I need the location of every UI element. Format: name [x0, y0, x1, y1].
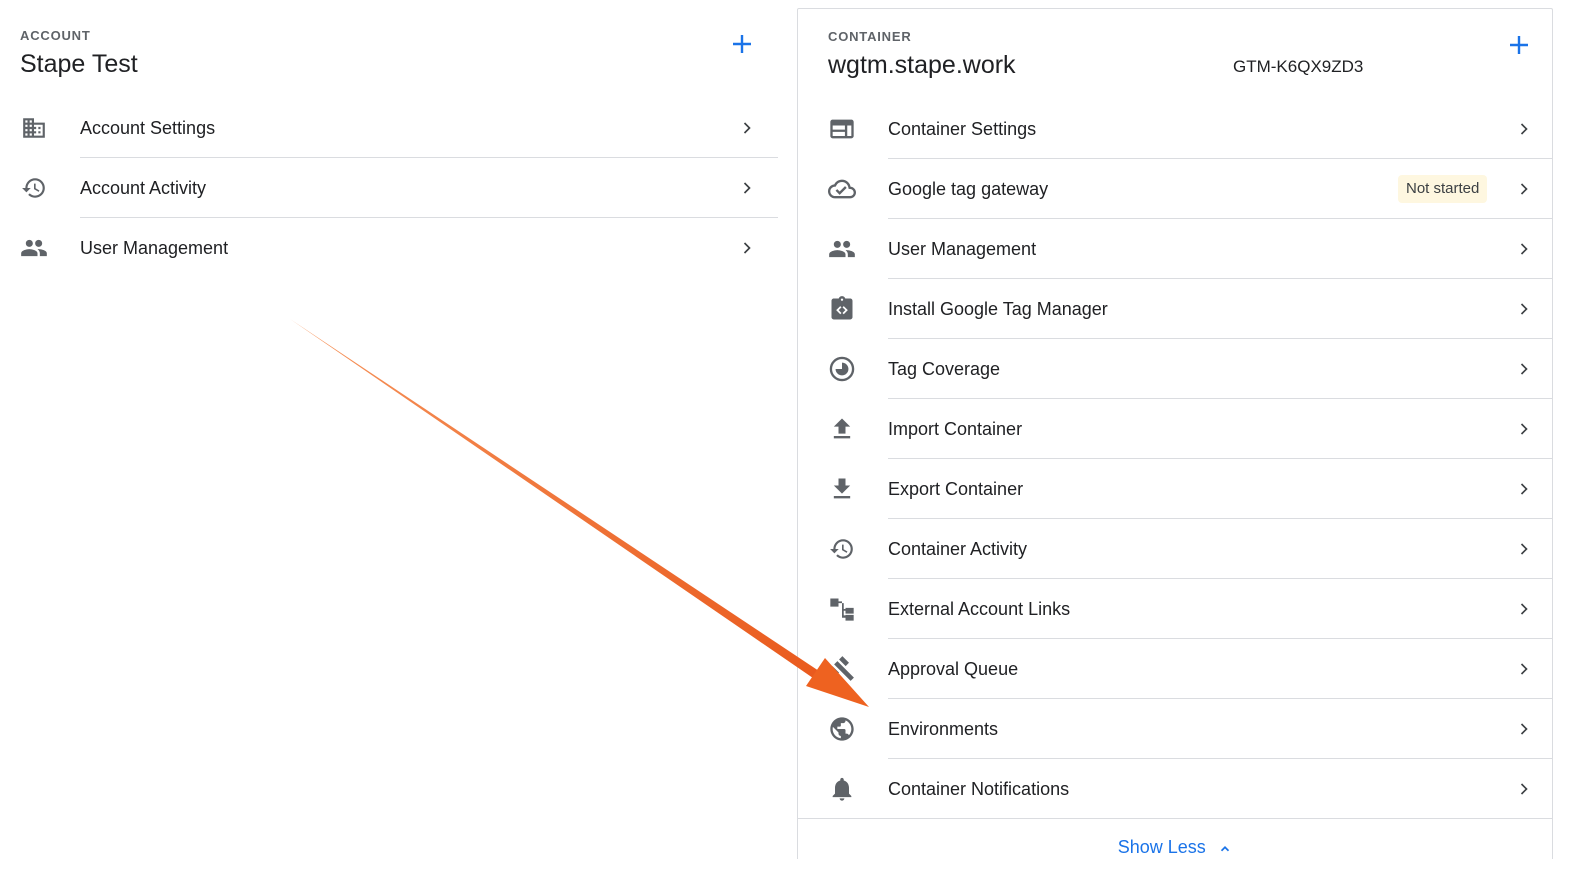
- container-user-management-item[interactable]: User Management: [798, 219, 1552, 279]
- container-eyebrow: CONTAINER: [828, 29, 912, 44]
- tag-coverage-item[interactable]: Tag Coverage: [798, 339, 1552, 399]
- gavel-icon: [828, 655, 856, 683]
- history-icon: [20, 174, 48, 202]
- account-user-management-label: User Management: [80, 238, 229, 258]
- import-container-label: Import Container: [888, 419, 1023, 439]
- chevron-right-icon: [1520, 363, 1528, 375]
- download-icon: [828, 475, 856, 503]
- container-settings-item[interactable]: Container Settings: [798, 99, 1552, 159]
- chevron-right-icon: [1520, 783, 1528, 795]
- container-notifications-item[interactable]: Container Notifications: [798, 759, 1552, 819]
- upload-icon: [828, 415, 856, 443]
- install-gtm-label: Install Google Tag Manager: [888, 299, 1108, 319]
- account-eyebrow: ACCOUNT: [20, 28, 91, 43]
- tag-coverage-label: Tag Coverage: [888, 359, 1001, 379]
- container-activity-item[interactable]: Container Activity: [798, 519, 1552, 579]
- account-settings-item[interactable]: Account Settings: [0, 98, 778, 158]
- show-less-label: Show Less: [1117, 837, 1206, 857]
- account-activity-item[interactable]: Account Activity: [0, 158, 778, 218]
- chevron-right-icon: [743, 242, 751, 254]
- chevron-right-icon: [1520, 123, 1528, 135]
- external-account-links-item[interactable]: External Account Links: [798, 579, 1552, 639]
- add-account-button[interactable]: [727, 29, 757, 59]
- approval-queue-label: Approval Queue: [888, 659, 1019, 679]
- account-tree-icon: [828, 595, 856, 623]
- people-icon: [20, 234, 48, 262]
- export-container-item[interactable]: Export Container: [798, 459, 1552, 519]
- people-icon: [828, 235, 856, 263]
- environments-item[interactable]: Environments: [798, 699, 1552, 759]
- pie-clock-icon: [828, 355, 856, 383]
- chevron-right-icon: [743, 182, 751, 194]
- container-panel: CONTAINER wgtm.stape.work GTM-K6QX9ZD3 C…: [797, 8, 1553, 859]
- approval-queue-item[interactable]: Approval Queue: [798, 639, 1552, 699]
- chevron-right-icon: [1520, 303, 1528, 315]
- container-notifications-label: Container Notifications: [888, 779, 1070, 799]
- account-settings-label: Account Settings: [80, 118, 216, 138]
- add-container-button[interactable]: [1504, 30, 1534, 60]
- account-user-management-item[interactable]: User Management: [0, 218, 778, 278]
- chevron-right-icon: [1520, 603, 1528, 615]
- container-title: wgtm.stape.work: [828, 51, 1016, 79]
- status-badge: Not started: [1398, 175, 1488, 203]
- chevron-right-icon: [1520, 483, 1528, 495]
- account-activity-label: Account Activity: [80, 178, 207, 198]
- google-tag-gateway-item[interactable]: Google tag gateway Not started: [798, 159, 1552, 219]
- cloud-check-icon: [828, 175, 856, 203]
- chevron-right-icon: [743, 122, 751, 134]
- web-window-icon: [828, 115, 856, 143]
- plus-icon: [1510, 36, 1528, 54]
- globe-icon: [828, 715, 856, 743]
- export-container-label: Export Container: [888, 479, 1024, 499]
- install-gtm-item[interactable]: Install Google Tag Manager: [798, 279, 1552, 339]
- google-tag-gateway-label: Google tag gateway: [888, 179, 1049, 199]
- show-less-button[interactable]: Show Less: [798, 818, 1552, 861]
- container-user-management-label: User Management: [888, 239, 1037, 259]
- chevron-right-icon: [1520, 423, 1528, 435]
- chevron-right-icon: [1520, 243, 1528, 255]
- external-account-links-label: External Account Links: [888, 599, 1071, 619]
- chevron-right-icon: [1520, 723, 1528, 735]
- account-panel: ACCOUNT Stape Test Account Settings Acco…: [0, 0, 778, 859]
- building-icon: [20, 114, 48, 142]
- bell-icon: [828, 775, 856, 803]
- container-settings-label: Container Settings: [888, 119, 1037, 139]
- chevron-right-icon: [1520, 183, 1528, 195]
- chevron-right-icon: [1520, 543, 1528, 555]
- chevron-up-icon: [1221, 845, 1230, 852]
- container-activity-label: Container Activity: [888, 539, 1028, 559]
- history-icon: [828, 535, 856, 563]
- import-container-item[interactable]: Import Container: [798, 399, 1552, 459]
- plus-icon: [733, 35, 751, 53]
- chevron-right-icon: [1520, 663, 1528, 675]
- environments-label: Environments: [888, 719, 999, 739]
- code-clipboard-icon: [828, 295, 856, 323]
- account-title: Stape Test: [20, 50, 138, 78]
- container-id: GTM-K6QX9ZD3: [1233, 57, 1364, 76]
